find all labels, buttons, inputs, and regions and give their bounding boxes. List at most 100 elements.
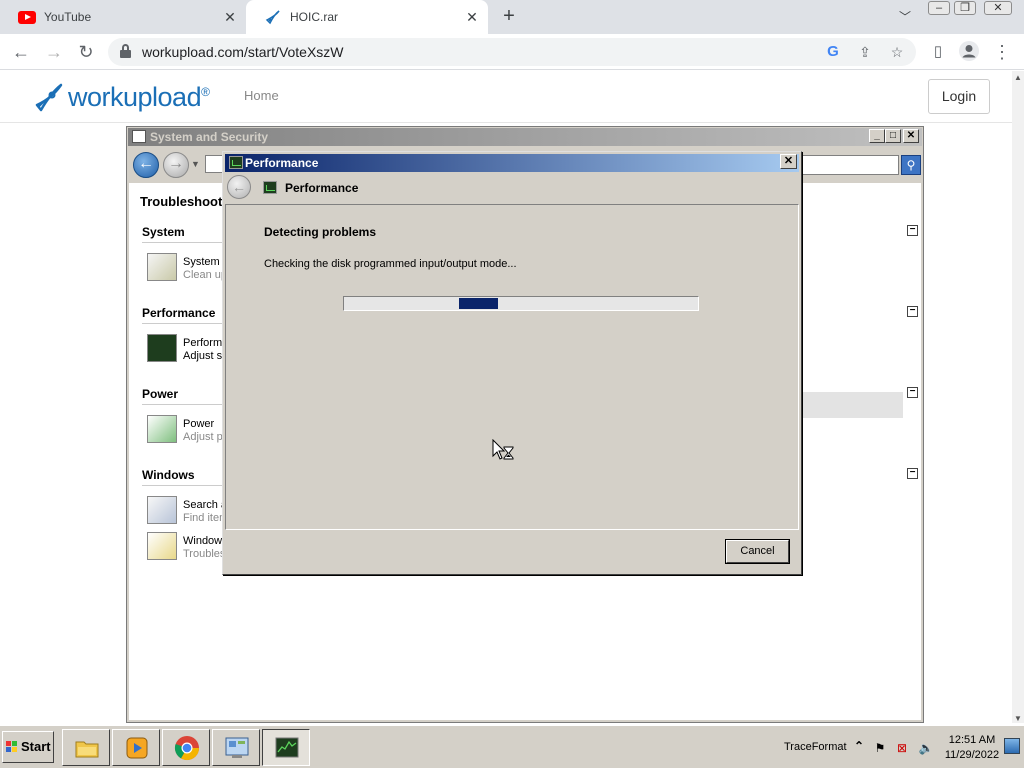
section-windows: Windows bbox=[142, 468, 195, 482]
close-button[interactable]: ✕ bbox=[903, 129, 919, 143]
status-text: Checking the disk programmed input/outpu… bbox=[264, 258, 517, 270]
taskbar-chrome-button[interactable] bbox=[162, 729, 210, 766]
back-arrow-icon[interactable]: ← bbox=[9, 40, 33, 64]
busy-cursor-icon bbox=[492, 439, 514, 460]
media-player-icon bbox=[126, 737, 148, 759]
collapse-power-button[interactable]: − bbox=[907, 387, 918, 398]
scroll-up-arrow-icon[interactable]: ▲ bbox=[1014, 73, 1022, 82]
recent-pages-chevron-icon[interactable]: ▼ bbox=[191, 159, 200, 169]
restore-window-button[interactable]: ❐ bbox=[954, 1, 976, 15]
profile-avatar-icon[interactable] bbox=[957, 40, 981, 64]
control-panel-icon bbox=[225, 737, 249, 758]
back-arrow-icon[interactable]: ← bbox=[227, 175, 251, 199]
progress-bar bbox=[343, 296, 699, 311]
volume-icon[interactable]: 🔈 bbox=[918, 740, 934, 756]
lock-icon[interactable] bbox=[120, 44, 131, 58]
new-tab-button[interactable]: + bbox=[498, 6, 520, 28]
tab-search-chevron-icon[interactable]: ﹀ bbox=[895, 8, 915, 26]
reload-icon[interactable]: ↻ bbox=[74, 40, 98, 64]
dialog-close-button[interactable]: ✕ bbox=[780, 154, 797, 169]
rocket-logo-icon bbox=[35, 83, 63, 112]
youtube-icon bbox=[18, 10, 36, 24]
section-divider bbox=[142, 323, 222, 324]
detecting-problems-heading: Detecting problems bbox=[264, 225, 377, 239]
search-indexing-icon[interactable] bbox=[147, 496, 177, 524]
power-options-icon[interactable] bbox=[147, 415, 177, 443]
item-title[interactable]: System l bbox=[183, 256, 225, 268]
item-subtitle: Adjust s bbox=[183, 350, 223, 362]
selected-row-highlight bbox=[801, 392, 903, 418]
dialog-titlebar[interactable]: Performance bbox=[225, 154, 799, 172]
tab-title: YouTube bbox=[44, 10, 92, 24]
bookmark-star-icon[interactable]: ☆ bbox=[887, 42, 907, 62]
scroll-down-arrow-icon[interactable]: ▼ bbox=[1014, 714, 1022, 723]
share-icon[interactable]: ⇪ bbox=[855, 42, 875, 62]
action-center-icon[interactable]: ⚑ bbox=[872, 740, 888, 756]
maximize-button[interactable]: □ bbox=[885, 129, 901, 143]
item-subtitle: Adjust p bbox=[183, 431, 223, 443]
performance-monitor-icon bbox=[275, 737, 299, 758]
taskbar-performance-button[interactable] bbox=[262, 729, 310, 766]
tray-app-label[interactable]: TraceFormat bbox=[784, 741, 847, 753]
collapse-system-button[interactable]: − bbox=[907, 225, 918, 236]
minimize-button[interactable]: _ bbox=[869, 129, 885, 143]
item-title[interactable]: Power bbox=[183, 418, 214, 430]
workupload-logo[interactable]: workupload® bbox=[34, 80, 210, 114]
cancel-button[interactable]: Cancel bbox=[726, 540, 789, 563]
minimize-window-button[interactable]: – bbox=[928, 1, 950, 15]
item-subtitle: Troubles bbox=[183, 548, 226, 560]
tab-hoic-rar[interactable]: HOIC.rar ✕ bbox=[246, 0, 488, 34]
section-power: Power bbox=[142, 387, 179, 401]
nav-home-link[interactable]: Home bbox=[244, 88, 279, 103]
close-tab-icon[interactable]: ✕ bbox=[222, 9, 238, 25]
forward-arrow-icon[interactable]: → bbox=[42, 40, 66, 64]
item-title[interactable]: Windows bbox=[183, 535, 228, 547]
item-title[interactable]: Search a bbox=[183, 499, 227, 511]
chrome-icon bbox=[174, 736, 199, 761]
disk-cleanup-icon[interactable] bbox=[147, 253, 177, 281]
tab-title: HOIC.rar bbox=[290, 10, 338, 24]
show-desktop-icon[interactable] bbox=[1004, 738, 1020, 754]
back-arrow-icon[interactable]: ← bbox=[133, 152, 159, 178]
system-tray: TraceFormat ⌃ ⚑ ⊠ 🔈 12:51 AM 11/29/2022 bbox=[780, 729, 1022, 766]
close-window-button[interactable]: ✕ bbox=[984, 1, 1012, 15]
dialog-header-title: Performance bbox=[285, 181, 359, 195]
address-icon[interactable] bbox=[205, 155, 223, 173]
collapse-windows-button[interactable]: − bbox=[907, 468, 918, 479]
show-hidden-icons-chevron[interactable]: ⌃ bbox=[854, 739, 864, 753]
performance-icon bbox=[229, 156, 243, 169]
side-panel-icon[interactable]: ▯ bbox=[926, 40, 950, 64]
control-panel-titlebar[interactable]: System and Security bbox=[128, 128, 922, 146]
forward-arrow-icon[interactable]: → bbox=[163, 152, 189, 178]
address-bar[interactable]: workupload.com/start/VoteXszW G ⇪ ☆ bbox=[108, 38, 916, 66]
control-panel-search-input[interactable] bbox=[799, 155, 899, 175]
clock-date[interactable]: 11/29/2022 bbox=[942, 749, 1002, 761]
browser-menu-icon[interactable]: ⋮ bbox=[990, 40, 1014, 64]
folder-icon bbox=[75, 741, 99, 758]
google-icon[interactable]: G bbox=[823, 42, 843, 62]
site-header: workupload® Home Login bbox=[0, 71, 1012, 123]
section-system: System bbox=[142, 225, 185, 239]
login-button[interactable]: Login bbox=[928, 79, 990, 114]
taskbar-media-player-button[interactable] bbox=[112, 729, 160, 766]
url-text[interactable]: workupload.com/start/VoteXszW bbox=[142, 44, 344, 60]
windows-flag-icon bbox=[6, 741, 18, 753]
page-scrollbar[interactable]: ▲ ▼ bbox=[1012, 71, 1024, 723]
clock-time[interactable]: 12:51 AM bbox=[942, 734, 1002, 746]
tab-youtube[interactable]: YouTube ✕ bbox=[0, 0, 246, 34]
start-button[interactable]: Start bbox=[2, 731, 54, 763]
taskbar: Start TraceFormat ⌃ ⚑ ⊠ 🔈 12:51 AM 11/29… bbox=[0, 725, 1024, 768]
performance-monitor-icon[interactable] bbox=[147, 334, 177, 362]
network-disconnected-icon[interactable]: ⊠ bbox=[894, 740, 910, 756]
search-icon[interactable]: ⚲ bbox=[901, 155, 921, 175]
windows-update-icon[interactable] bbox=[147, 532, 177, 560]
collapse-performance-button[interactable]: − bbox=[907, 306, 918, 317]
logo-registered-mark: ® bbox=[201, 84, 210, 99]
dialog-title: Performance bbox=[245, 156, 319, 170]
taskbar-control-panel-button[interactable] bbox=[212, 729, 260, 766]
performance-troubleshooter-dialog: Performance ✕ ← Performance Detecting pr… bbox=[222, 151, 802, 575]
taskbar-explorer-button[interactable] bbox=[62, 729, 110, 766]
close-tab-icon[interactable]: ✕ bbox=[464, 9, 480, 25]
logo-text: workupload bbox=[68, 81, 202, 112]
control-panel-title: System and Security bbox=[150, 130, 269, 144]
